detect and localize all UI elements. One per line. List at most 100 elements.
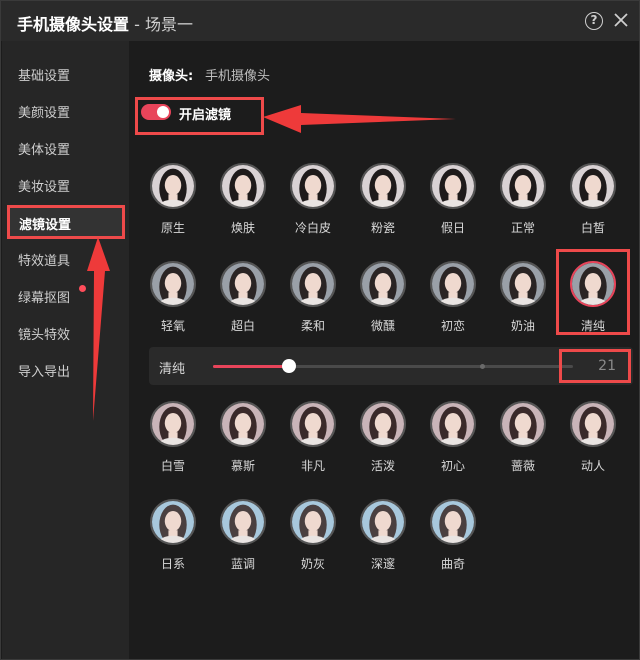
settings-window: 手机摄像头设置 - 场景一 ? 基础设置 美颜设置 美体设置 美妆设置 滤镜设置… [0, 0, 640, 660]
filter-toggle-label: 开启滤镜 [179, 108, 232, 123]
filter-thumbnail [360, 401, 406, 447]
filter-item[interactable]: 超白 [213, 261, 273, 341]
filter-label: 柔和 [300, 319, 325, 333]
filter-thumbnail [150, 499, 196, 545]
filter-thumbnail [430, 163, 476, 209]
filter-thumbnail [360, 163, 406, 209]
filter-thumbnail [220, 401, 266, 447]
filter-item[interactable]: 白雪 [143, 401, 203, 481]
filter-label: 超白 [230, 319, 255, 333]
filter-item[interactable]: 轻氧 [143, 261, 203, 341]
slider-fill [213, 365, 289, 368]
filter-label: 假日 [440, 221, 465, 235]
filter-item[interactable]: 非凡 [283, 401, 343, 481]
sidebar-item-makeup[interactable]: 美妆设置 [18, 176, 70, 195]
filter-item[interactable]: 动人 [563, 401, 623, 481]
sidebar-item-greenscreen[interactable]: 绿幕抠图 [18, 287, 70, 306]
filter-label: 日系 [160, 557, 185, 571]
filter-thumbnail [290, 401, 336, 447]
filter-thumbnail [220, 499, 266, 545]
filter-label: 活泼 [370, 459, 395, 473]
filter-item[interactable]: 微醺 [353, 261, 413, 341]
filter-thumbnail [220, 163, 266, 209]
filter-item[interactable]: 柔和 [283, 261, 343, 341]
window-title: 手机摄像头设置 - 场景一 [17, 11, 193, 35]
filter-item[interactable]: 初恋 [423, 261, 483, 341]
filter-item[interactable]: 粉瓷 [353, 163, 413, 243]
filter-thumbnail [290, 261, 336, 307]
filter-label: 正常 [510, 221, 535, 235]
close-icon[interactable] [609, 8, 633, 32]
filter-label: 慕斯 [230, 459, 255, 473]
filter-thumbnail [290, 163, 336, 209]
toggle-knob [157, 106, 169, 118]
filter-item[interactable]: 原生 [143, 163, 203, 243]
camera-label: 摄像头: [149, 69, 194, 84]
sidebar-item-basic[interactable]: 基础设置 [18, 65, 70, 84]
filter-label: 焕肤 [230, 221, 255, 235]
filter-label: 奶灰 [300, 557, 325, 571]
filter-item[interactable]: 深邃 [353, 499, 413, 579]
filter-label: 白雪 [160, 459, 185, 473]
filter-item[interactable]: 冷白皮 [283, 163, 343, 243]
sidebar-item-lens-effects[interactable]: 镜头特效 [18, 324, 70, 343]
slider-value: 21 [598, 358, 616, 374]
slider-value-box[interactable]: 21 [559, 349, 631, 383]
title-main: 手机摄像头设置 [17, 15, 130, 34]
filter-item[interactable]: 奶灰 [283, 499, 343, 579]
filter-thumbnail [500, 401, 546, 447]
filter-thumbnail [570, 401, 616, 447]
sidebar-item-beauty[interactable]: 美颜设置 [18, 102, 70, 121]
filter-item[interactable]: 初心 [423, 401, 483, 481]
filter-label: 非凡 [300, 459, 325, 473]
filter-thumbnail [220, 261, 266, 307]
filter-label: 微醺 [370, 319, 395, 333]
filter-thumbnail [290, 499, 336, 545]
filter-label: 轻氧 [160, 319, 185, 333]
filter-label: 初心 [440, 459, 465, 473]
slider-track[interactable] [213, 365, 573, 368]
filter-item[interactable]: 日系 [143, 499, 203, 579]
filter-label: 蓝调 [230, 557, 255, 571]
sidebar: 基础设置 美颜设置 美体设置 美妆设置 滤镜设置 特效道具 绿幕抠图 镜头特效 … [2, 41, 129, 659]
filter-label: 初恋 [440, 319, 465, 333]
filter-thumbnail [150, 261, 196, 307]
sidebar-item-effects[interactable]: 特效道具 [18, 250, 70, 269]
filter-label: 奶油 [510, 319, 535, 333]
filter-item[interactable]: 焕肤 [213, 163, 273, 243]
slider-thumb[interactable] [281, 359, 296, 373]
filter-thumbnail [500, 261, 546, 307]
help-icon[interactable]: ? [585, 12, 603, 30]
slider-default-mark [480, 364, 485, 369]
filter-item[interactable]: 白皙 [563, 163, 623, 243]
title-scene: - 场景一 [129, 15, 193, 34]
filter-thumbnail [570, 163, 616, 209]
filter-item[interactable]: 蔷薇 [493, 401, 553, 481]
sidebar-item-import-export[interactable]: 导入导出 [18, 361, 70, 380]
notification-dot [79, 285, 86, 292]
filter-thumbnail [500, 163, 546, 209]
filter-item[interactable]: 活泼 [353, 401, 413, 481]
filter-label: 冷白皮 [294, 221, 331, 235]
filter-thumbnail [150, 163, 196, 209]
camera-value: 手机摄像头 [205, 69, 271, 84]
filter-thumbnail [430, 499, 476, 545]
filter-item[interactable]: 假日 [423, 163, 483, 243]
filter-label: 动人 [580, 459, 605, 473]
slider-label: 清纯 [159, 362, 186, 377]
filter-label: 原生 [160, 221, 185, 235]
main-panel: 摄像头: 手机摄像头 开启滤镜 原生 焕肤 冷白皮 粉瓷 假日 正常 白皙 轻氧 超白 柔和 微醺初… [129, 41, 639, 659]
filter-thumbnail [150, 401, 196, 447]
filter-item[interactable]: 曲奇 [423, 499, 483, 579]
filter-item[interactable]: 蓝调 [213, 499, 273, 579]
sidebar-item-body[interactable]: 美体设置 [18, 139, 70, 158]
filter-item[interactable]: 奶油 [493, 261, 553, 341]
filter-toggle[interactable] [141, 104, 171, 120]
filter-thumbnail [360, 261, 406, 307]
filter-item[interactable]: 慕斯 [213, 401, 273, 481]
filter-item[interactable]: 正常 [493, 163, 553, 243]
sidebar-item-filter[interactable]: 滤镜设置 [7, 205, 125, 239]
filter-label: 深邃 [370, 557, 395, 571]
filter-thumbnail [430, 261, 476, 307]
filter-label: 白皙 [580, 221, 605, 235]
